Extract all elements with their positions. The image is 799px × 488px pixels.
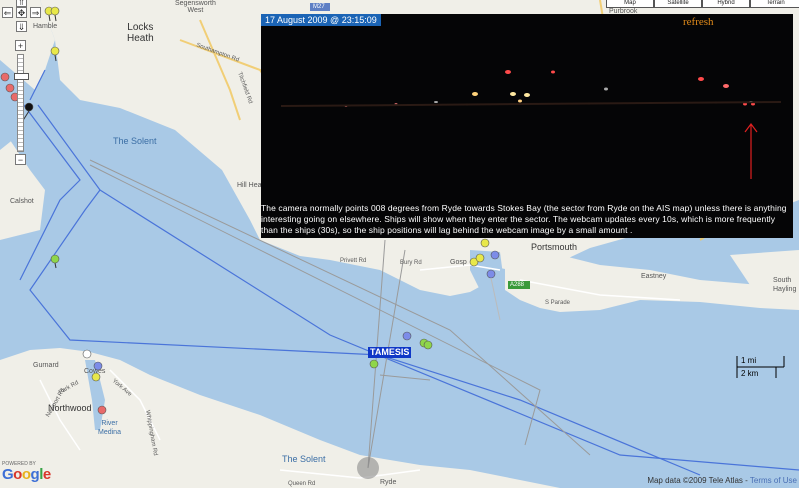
refresh-link[interactable]: refresh xyxy=(683,16,714,28)
pan-up-button[interactable]: ⇑ xyxy=(16,0,27,7)
ship-marker[interactable] xyxy=(486,269,501,321)
scale-km: 2 km xyxy=(741,369,759,378)
webcam-caption: The camera normally points 008 degrees f… xyxy=(261,203,787,235)
ship-marker[interactable] xyxy=(475,253,485,263)
pan-center-button[interactable]: ✥ xyxy=(16,7,27,18)
ship-label-tamesis[interactable]: TAMESIS xyxy=(368,347,412,358)
ship-marker[interactable] xyxy=(50,6,60,22)
terms-of-use-link[interactable]: Terms of Use xyxy=(750,476,797,485)
ship-marker[interactable] xyxy=(93,361,103,371)
ship-marker[interactable] xyxy=(50,46,60,62)
pan-right-button[interactable]: ⇒ xyxy=(30,7,41,18)
zoom-in-button[interactable]: + xyxy=(15,40,26,51)
pan-left-button[interactable]: ⇐ xyxy=(2,7,13,18)
zoom-slider-track[interactable] xyxy=(17,54,24,152)
pan-down-button[interactable]: ⇓ xyxy=(16,21,27,32)
maptype-hybrid-button[interactable]: Hybrid xyxy=(702,0,750,8)
scale-miles: 1 mi xyxy=(741,356,757,365)
maptype-map-button[interactable]: Map xyxy=(606,0,654,8)
maptype-terrain-button[interactable]: Terrain xyxy=(750,0,799,8)
ship-marker[interactable] xyxy=(5,83,15,93)
zoom-out-button[interactable]: − xyxy=(15,154,26,165)
ship-marker[interactable] xyxy=(0,72,10,82)
webcam-panel: 17 August 2009 @ 23:15:09 refresh The ca… xyxy=(261,14,793,238)
ship-marker[interactable] xyxy=(91,372,101,382)
ship-marker[interactable] xyxy=(97,405,107,415)
ship-marker[interactable] xyxy=(423,340,433,350)
ship-marker[interactable] xyxy=(490,250,500,260)
ship-marker[interactable] xyxy=(480,238,490,248)
ship-marker[interactable] xyxy=(50,254,60,269)
maptype-satellite-button[interactable]: Satellite xyxy=(654,0,702,8)
webcam-timestamp: 17 August 2009 @ 23:15:09 xyxy=(261,14,381,26)
ship-marker[interactable] xyxy=(402,331,412,341)
copyright-text: Map data ©2009 Tele Atlas xyxy=(647,476,743,485)
zoom-slider-thumb[interactable] xyxy=(14,73,29,80)
map-attribution: Map data ©2009 Tele Atlas - Terms of Use xyxy=(647,476,797,485)
ship-marker[interactable] xyxy=(369,359,379,369)
ship-marker[interactable] xyxy=(82,349,92,359)
google-logo[interactable]: Google xyxy=(2,466,51,483)
